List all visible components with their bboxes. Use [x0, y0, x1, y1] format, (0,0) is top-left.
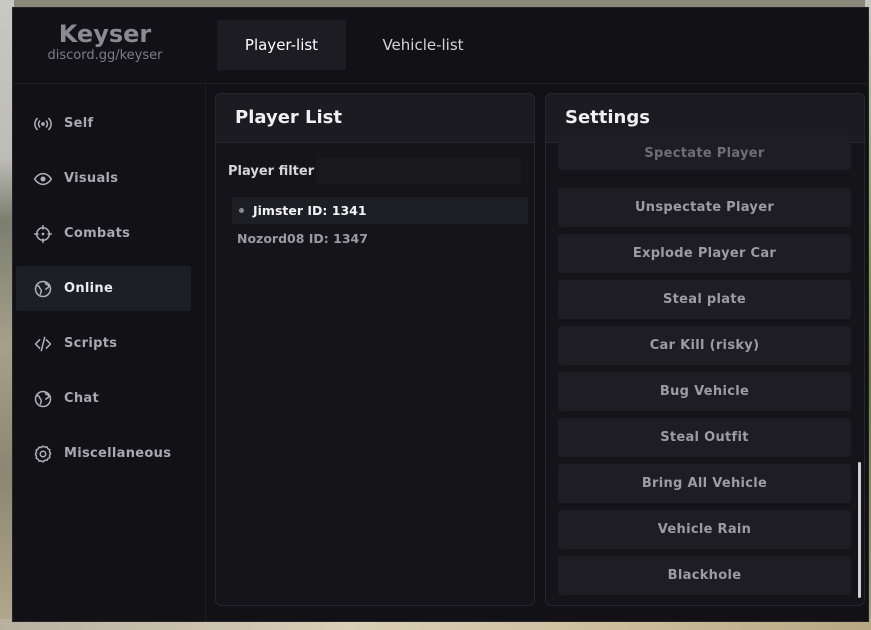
sidebar-item-online[interactable]: Online: [16, 266, 191, 311]
player-item-label: Nozord08 ID: 1347: [237, 231, 368, 246]
sidebar-item-label: Self: [64, 116, 94, 131]
sidebar-item-label: Visuals: [64, 171, 119, 186]
sidebar-item-visuals[interactable]: Visuals: [16, 156, 191, 201]
sidebar-item-label: Online: [64, 281, 114, 296]
player-item-jimster[interactable]: Jimster ID: 1341: [232, 197, 528, 224]
car-kill-button[interactable]: Car Kill (risky): [558, 326, 851, 365]
player-filter-row: Player filter: [228, 158, 521, 184]
player-item-nozord08[interactable]: Nozord08 ID: 1347: [232, 225, 528, 252]
top-bar: Keyser discord.gg/keyser Player-list Veh…: [13, 8, 868, 84]
bug-vehicle-button[interactable]: Bug Vehicle: [558, 372, 851, 411]
sidebar-item-miscellaneous[interactable]: Miscellaneous: [16, 431, 191, 476]
sidebar-item-label: Combats: [64, 226, 131, 241]
sidebar: Self Visuals Combats Online Scripts Chat…: [13, 84, 206, 621]
brand: Keyser discord.gg/keyser: [13, 20, 197, 63]
blackhole-button[interactable]: Blackhole: [558, 556, 851, 595]
player-filter-label: Player filter: [228, 163, 315, 179]
vehicle-rain-button[interactable]: Vehicle Rain: [558, 510, 851, 549]
crosshair-icon: [32, 223, 54, 245]
steal-plate-button[interactable]: Steal plate: [558, 280, 851, 319]
brand-subtitle: discord.gg/keyser: [47, 48, 163, 63]
menu-window: Keyser discord.gg/keyser Player-list Veh…: [12, 7, 869, 622]
bring-all-vehicle-button[interactable]: Bring All Vehicle: [558, 464, 851, 503]
brand-title: Keyser: [58, 20, 152, 48]
player-item-label: Jimster ID: 1341: [253, 203, 367, 218]
sidebar-item-label: Chat: [64, 391, 99, 406]
settings-scrollbar[interactable]: [858, 462, 861, 598]
player-filter-input[interactable]: [316, 158, 521, 184]
globe-icon: [32, 388, 54, 410]
gear-icon: [32, 443, 54, 465]
player-list-panel: Player List Player filter Jimster ID: 13…: [215, 93, 535, 606]
globe-icon: [32, 278, 54, 300]
sidebar-item-chat[interactable]: Chat: [16, 376, 191, 421]
code-icon: [32, 333, 54, 355]
player-list-title: Player List: [216, 94, 534, 143]
sidebar-item-scripts[interactable]: Scripts: [16, 321, 191, 366]
steal-outfit-button[interactable]: Steal Outfit: [558, 418, 851, 457]
sidebar-item-label: Miscellaneous: [64, 446, 172, 461]
broadcast-icon: [32, 113, 54, 135]
eye-icon: [32, 168, 54, 190]
unspectate-player-button[interactable]: Unspectate Player: [558, 188, 851, 227]
sidebar-item-self[interactable]: Self: [16, 101, 191, 146]
selected-dot-icon: [239, 208, 244, 213]
settings-panel: Settings Spectate Player Unspectate Play…: [545, 93, 865, 606]
tab-vehicle-list[interactable]: Vehicle-list: [358, 20, 488, 70]
explode-player-car-button[interactable]: Explode Player Car: [558, 234, 851, 273]
sidebar-item-combats[interactable]: Combats: [16, 211, 191, 256]
tab-player-list[interactable]: Player-list: [217, 20, 346, 70]
spectate-player-button[interactable]: Spectate Player: [558, 134, 851, 170]
sidebar-item-label: Scripts: [64, 336, 118, 351]
